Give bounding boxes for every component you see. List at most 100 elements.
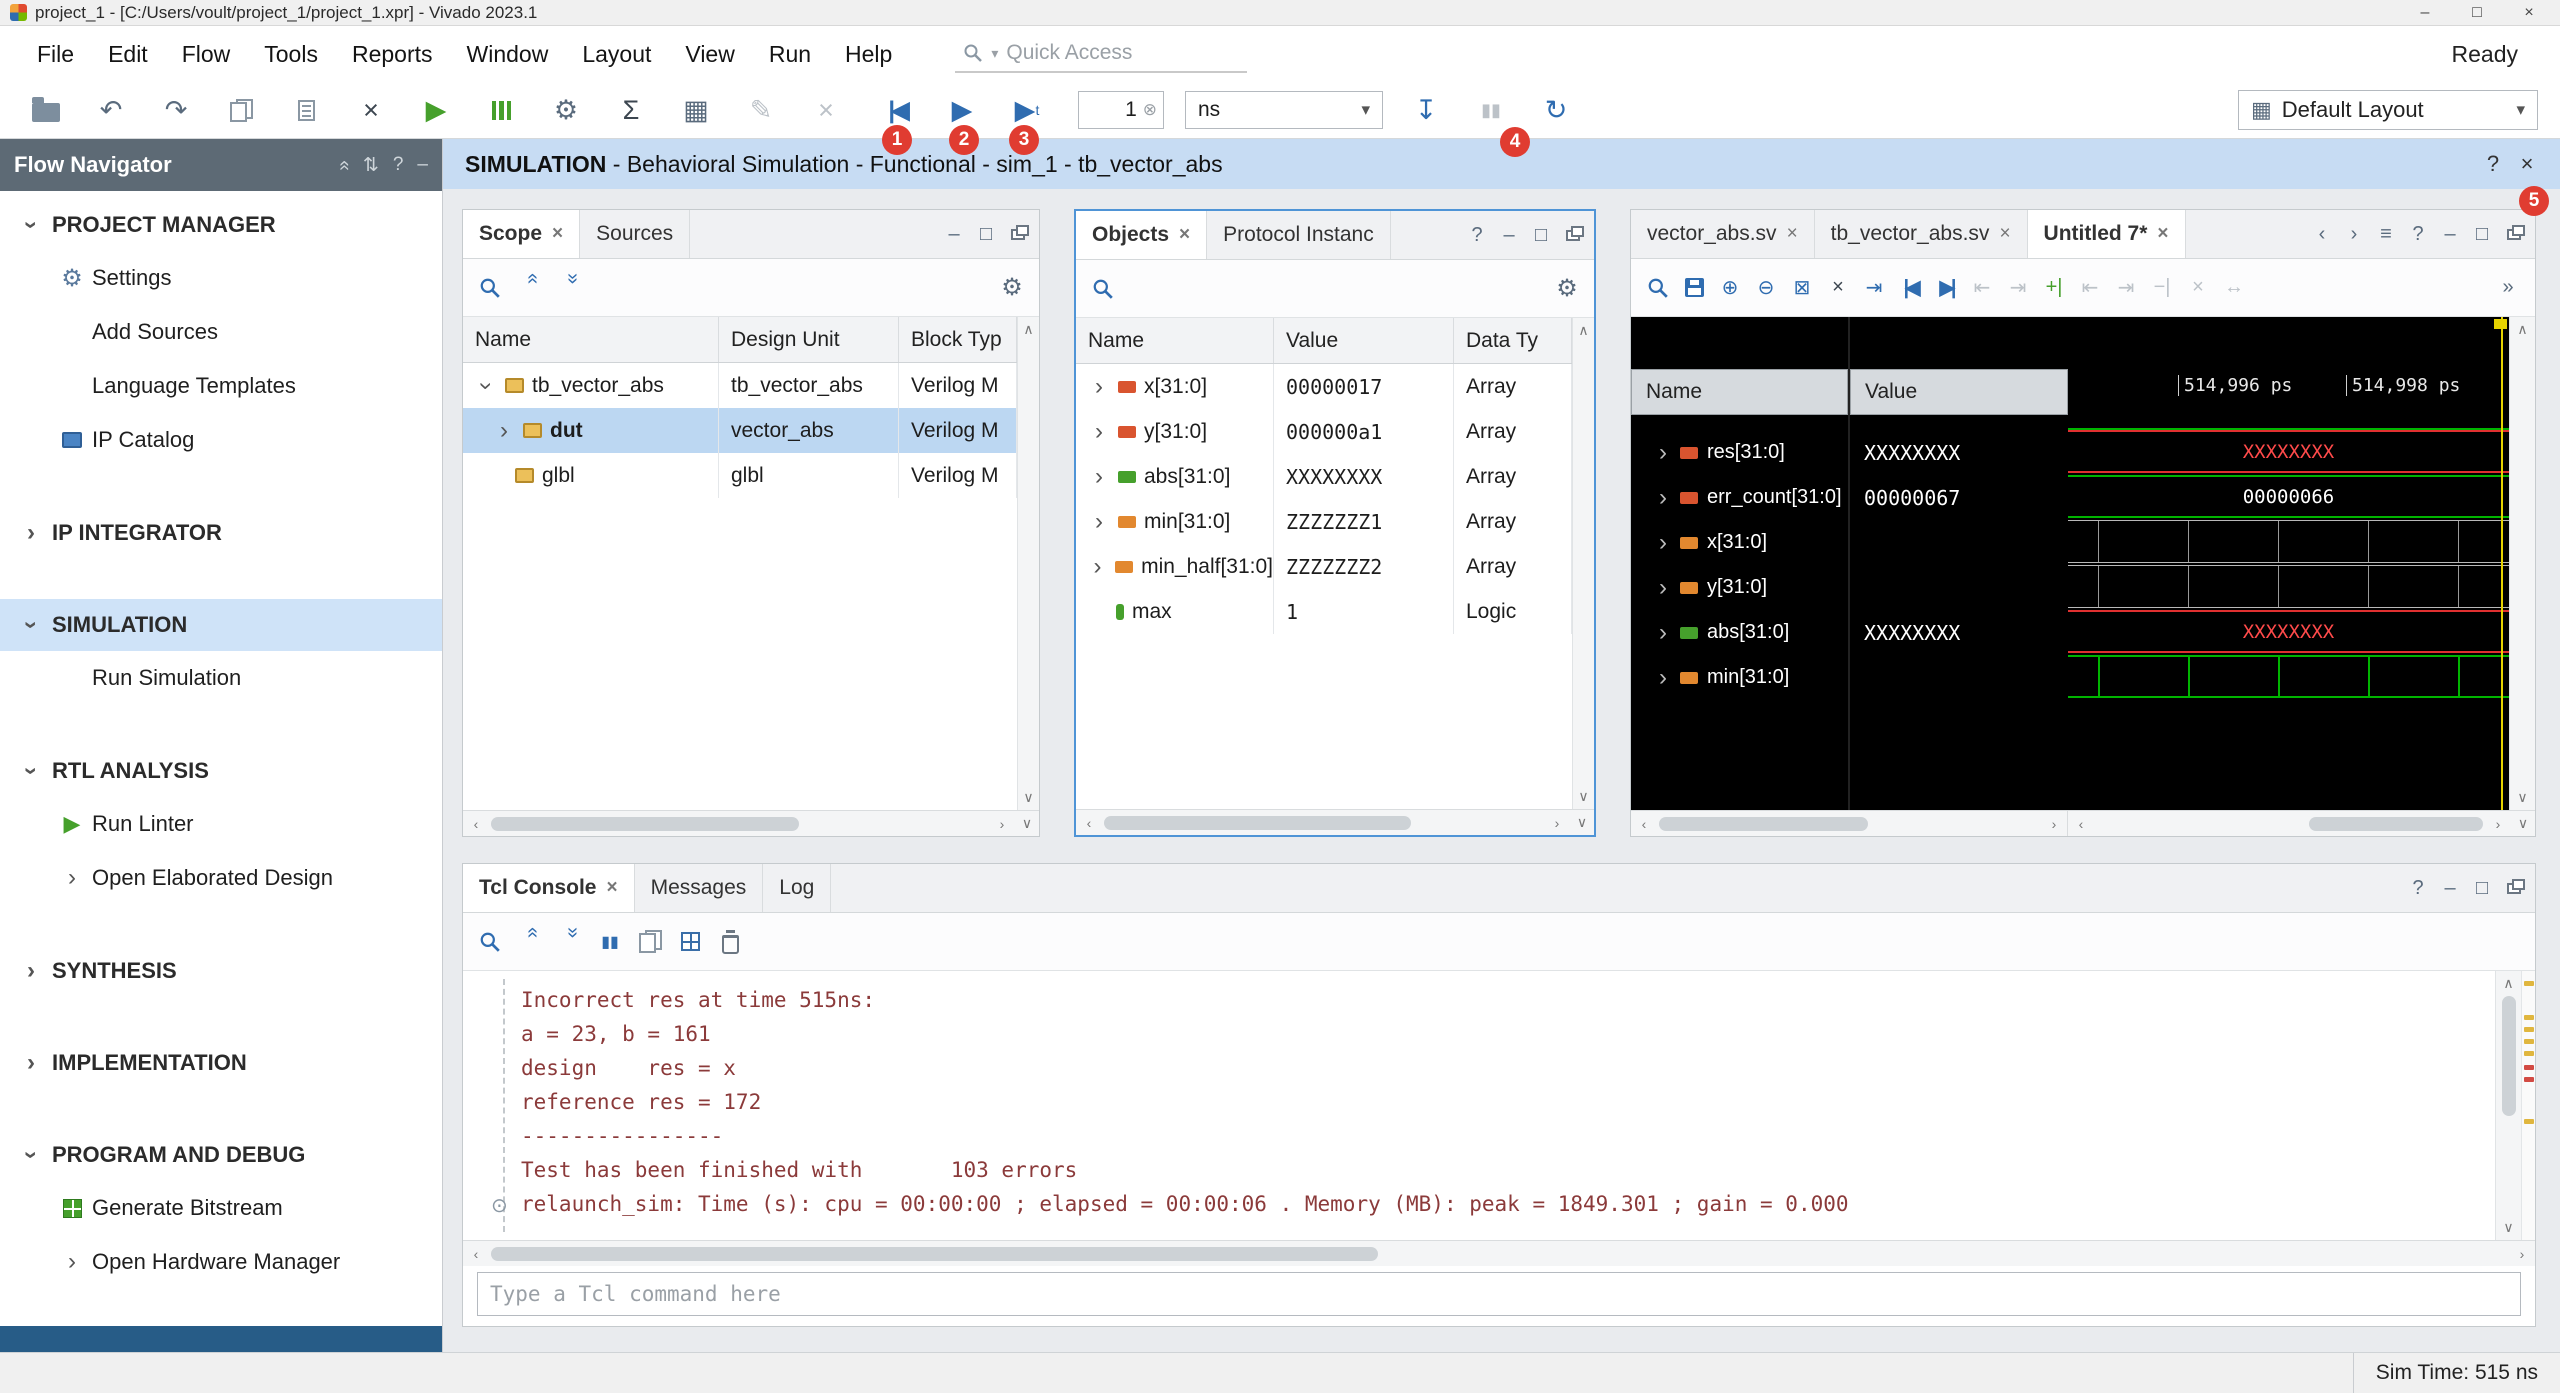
chevron-right-icon[interactable]: ›	[493, 419, 515, 443]
chevron-right-icon[interactable]: ›	[1655, 441, 1671, 465]
vertical-scrollbar[interactable]: ∧ ∨	[1572, 318, 1594, 809]
menu-run[interactable]: Run	[752, 26, 828, 82]
scrollbar-thumb[interactable]	[2502, 996, 2516, 1116]
pause-output-icon[interactable]: ▮▮	[595, 928, 625, 956]
flow-section-synthesis[interactable]: › SYNTHESIS	[0, 945, 442, 997]
column-header-block-type[interactable]: Block Typ	[899, 317, 1017, 362]
float-panel-icon[interactable]	[1003, 220, 1033, 248]
zoom-out-icon[interactable]: ⊖	[1751, 274, 1781, 302]
paste-icon[interactable]	[284, 89, 328, 131]
horizontal-scrollbar[interactable]: ‹ › ∨	[2068, 811, 2535, 836]
add-marker-icon[interactable]: +|	[2039, 274, 2069, 302]
scroll-right-icon[interactable]: ›	[989, 816, 1015, 832]
minimize-panel-icon[interactable]: –	[939, 220, 969, 248]
horizontal-scrollbar[interactable]: ‹ › ∨	[463, 810, 1039, 836]
chevron-right-icon[interactable]: ›	[1088, 420, 1110, 444]
wave-signal-y[interactable]: ›y[31:0]	[1631, 565, 1848, 610]
scroll-down-icon[interactable]: ∨	[2511, 815, 2535, 832]
chevron-right-icon[interactable]: ›	[1655, 666, 1671, 690]
goto-cursor-icon[interactable]: ⇥	[1859, 274, 1889, 302]
search-icon[interactable]	[475, 928, 505, 956]
flow-section-implementation[interactable]: › IMPLEMENTATION	[0, 1037, 442, 1089]
scroll-left-icon[interactable]: ‹	[463, 816, 489, 832]
column-header-name[interactable]: Name	[463, 317, 719, 362]
next-time-icon[interactable]: ▶|	[1931, 274, 1961, 302]
scroll-right-icon[interactable]: ›	[1544, 815, 1570, 831]
chevron-right-icon[interactable]: ›	[1655, 576, 1671, 600]
sidebar-item-run-linter[interactable]: ▶ Run Linter	[0, 797, 442, 851]
menu-tools[interactable]: Tools	[247, 26, 335, 82]
column-header-design-unit[interactable]: Design Unit	[719, 317, 899, 362]
float-panel-icon[interactable]	[1558, 221, 1588, 249]
scroll-left-icon[interactable]: ‹	[1631, 816, 1657, 832]
open-project-icon[interactable]	[24, 89, 68, 131]
menu-help[interactable]: Help	[828, 26, 909, 82]
sidebar-item-open-elaborated-design[interactable]: › Open Elaborated Design	[0, 851, 442, 905]
tree-row-tb-vector-abs[interactable]: › tb_vector_abs tb_vector_abs Verilog M	[463, 363, 1017, 408]
close-icon[interactable]: ×	[1179, 224, 1190, 246]
scroll-up-icon[interactable]: ∧	[2503, 975, 2513, 992]
scrollbar-thumb[interactable]	[2309, 817, 2483, 831]
chevron-right-icon[interactable]: ›	[1088, 510, 1110, 534]
report-icon[interactable]	[675, 928, 705, 956]
flow-section-rtl-analysis[interactable]: › RTL ANALYSIS	[0, 745, 442, 797]
minimize-panel-icon[interactable]: –	[1494, 221, 1524, 249]
search-icon[interactable]	[1088, 275, 1118, 303]
menu-reports[interactable]: Reports	[335, 26, 450, 82]
maximize-panel-icon[interactable]: □	[2467, 874, 2497, 902]
tree-row-glbl[interactable]: glbl glbl Verilog M	[463, 453, 1017, 498]
trash-icon[interactable]	[715, 928, 745, 956]
scroll-up-icon[interactable]: ∧	[1023, 321, 1033, 338]
flow-section-ip-integrator[interactable]: › IP INTEGRATOR	[0, 507, 442, 559]
scroll-right-icon[interactable]: ›	[2041, 816, 2067, 832]
chevron-right-icon[interactable]: ›	[1088, 465, 1110, 489]
tab-vector-abs-sv[interactable]: vector_abs.sv ×	[1631, 210, 1815, 258]
scrollbar-thumb[interactable]	[491, 817, 799, 831]
vertical-scrollbar[interactable]: ∧ ∨	[1017, 317, 1039, 810]
undo-icon[interactable]: ↶	[89, 89, 133, 131]
scroll-up-icon[interactable]: ∧	[1578, 322, 1588, 339]
wave-signal-min[interactable]: ›min[31:0]	[1631, 655, 1848, 700]
float-panel-icon[interactable]	[2499, 220, 2529, 248]
help-icon[interactable]: ?	[2403, 220, 2433, 248]
quick-access-search[interactable]: ▾ Quick Access	[955, 35, 1247, 73]
menu-layout[interactable]: Layout	[565, 26, 668, 82]
delete-icon[interactable]: ×	[349, 89, 393, 131]
wave-signal-abs[interactable]: ›abs[31:0]	[1631, 610, 1848, 655]
expand-all-icon[interactable]: »	[556, 927, 584, 957]
scroll-right-icon[interactable]: ›	[2509, 1246, 2535, 1262]
runs-icon[interactable]	[479, 89, 523, 131]
wave-name-header[interactable]: Name	[1631, 369, 1848, 415]
maximize-panel-icon[interactable]: □	[2467, 220, 2497, 248]
collapse-all-icon[interactable]: «	[516, 927, 544, 957]
menu-file[interactable]: File	[20, 26, 91, 82]
expand-all-icon[interactable]: »	[556, 273, 584, 303]
dashboard-icon[interactable]: ▦	[674, 89, 718, 131]
scroll-down-icon[interactable]: ∨	[1015, 815, 1039, 832]
vertical-scrollbar[interactable]: ∧ ∨	[2509, 317, 2535, 810]
close-window-icon[interactable]: ×	[2518, 4, 2540, 22]
sidebar-item-add-sources[interactable]: Add Sources	[0, 305, 442, 359]
menu-window[interactable]: Window	[450, 26, 566, 82]
scrollbar-thumb[interactable]	[1104, 816, 1411, 830]
simulation-time-input[interactable]: 1 ⊗	[1078, 91, 1164, 129]
scroll-left-icon[interactable]: ‹	[463, 1246, 489, 1262]
object-row-x[interactable]: ›x[31:0] 00000017 Array	[1076, 364, 1572, 409]
vertical-scrollbar[interactable]: ∧ ∨	[2495, 971, 2521, 1240]
scroll-left-icon[interactable]: ‹	[1076, 815, 1102, 831]
chevron-right-icon[interactable]: ›	[1655, 531, 1671, 555]
close-icon[interactable]: ×	[606, 877, 617, 899]
object-row-y[interactable]: ›y[31:0] 000000a1 Array	[1076, 409, 1572, 454]
menu-view[interactable]: View	[668, 26, 751, 82]
scrollbar-thumb[interactable]	[1659, 817, 1868, 831]
close-icon[interactable]: ×	[2157, 223, 2168, 245]
help-icon[interactable]: ?	[1462, 221, 1492, 249]
zoom-in-icon[interactable]: ⊕	[1715, 274, 1745, 302]
overflow-icon[interactable]: »	[2493, 274, 2523, 302]
chevron-down-icon[interactable]: ›	[474, 375, 498, 397]
sidebar-item-settings[interactable]: ⚙ Settings	[0, 251, 442, 305]
chevron-right-icon[interactable]: ›	[1655, 621, 1671, 645]
flow-section-project-manager[interactable]: › PROJECT MANAGER	[0, 199, 442, 251]
column-header-data-type[interactable]: Data Ty	[1454, 318, 1572, 363]
wave-value-header[interactable]: Value	[1850, 369, 2068, 415]
